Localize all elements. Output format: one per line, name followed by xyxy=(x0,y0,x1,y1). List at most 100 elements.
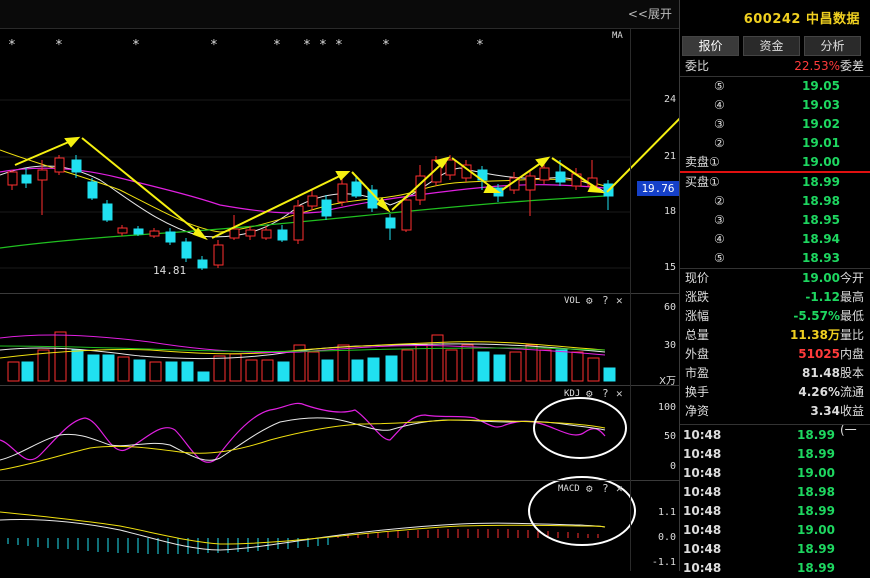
macd-label[interactable]: MACD xyxy=(558,484,580,494)
stat-row: 涨跌 -1.12 最高 xyxy=(680,288,870,307)
tab-quote[interactable]: 报价 xyxy=(682,36,739,56)
stat-row: 市盈 81.48 股本 xyxy=(680,364,870,383)
stat-label: 现价 xyxy=(685,271,710,285)
macd-dea xyxy=(0,511,606,545)
kdj-line-k xyxy=(0,417,606,461)
sell-level-row[interactable]: 卖盘① 19.00 xyxy=(680,153,870,172)
candle-body xyxy=(181,241,192,259)
volume-bar xyxy=(245,359,258,382)
pane-divider[interactable] xyxy=(0,293,680,294)
kline-chart-area[interactable]: <<展开 MA * * * * * * * * * * 24 21 18 15 … xyxy=(0,0,680,571)
kdj-highlight-circle xyxy=(533,397,627,459)
vol-axis-tick: 60 xyxy=(663,302,676,313)
volume-bar xyxy=(415,344,428,382)
stat-label-2: 最高 xyxy=(840,290,865,304)
stat-label: 净资 xyxy=(685,404,710,418)
macd-histogram xyxy=(7,529,599,554)
weibi-value: 22.53% xyxy=(794,59,840,73)
sell-level-row[interactable]: ⑤ 19.05 xyxy=(680,77,870,96)
stat-label-2: 最低 xyxy=(840,309,865,323)
stat-label-2: 流通 xyxy=(840,385,865,399)
help-icon[interactable]: ? xyxy=(602,294,609,307)
vol-unit-label: X万 xyxy=(659,376,676,387)
stat-label: 涨幅 xyxy=(685,309,710,323)
volume-bar xyxy=(539,349,552,382)
volume-bar xyxy=(37,349,50,382)
candle-body xyxy=(197,259,208,269)
gear-icon[interactable]: ⚙ xyxy=(586,482,593,495)
help-icon[interactable]: ? xyxy=(602,387,609,400)
level-price: 18.95 xyxy=(802,213,840,227)
trade-price: 18.99 xyxy=(797,504,835,518)
trade-price: 18.99 xyxy=(797,561,835,575)
trade-row: 10:48 18.99 xyxy=(680,445,870,464)
kdj-label[interactable]: KDJ xyxy=(564,389,580,399)
stat-row: 涨幅 -5.57% 最低 xyxy=(680,307,870,326)
sell-level-row[interactable]: ③ 19.02 xyxy=(680,115,870,134)
volume-bar xyxy=(117,356,130,382)
buy-level-row[interactable]: ④ 18.94 xyxy=(680,230,870,249)
vol-label[interactable]: VOL xyxy=(564,296,580,306)
volume-bar xyxy=(461,344,474,382)
sell-level-row[interactable]: ② 19.01 xyxy=(680,134,870,153)
buy-level-row[interactable]: ② 18.98 xyxy=(680,192,870,211)
trade-row: 10:48 18.99 xyxy=(680,502,870,521)
trade-time: 10:48 xyxy=(683,485,722,499)
trade-price: 18.99 xyxy=(797,447,835,461)
volume-bar xyxy=(197,371,210,382)
candle-body xyxy=(37,169,48,181)
candle-body xyxy=(245,229,256,237)
stat-value: 81.48 xyxy=(802,366,840,380)
price-axis-tick: 21 xyxy=(663,151,676,162)
trade-row: 10:48 19.00 xyxy=(680,521,870,540)
low-price-label: 14.81 xyxy=(153,264,187,277)
trade-price: 18.98 xyxy=(797,485,835,499)
volume-bar xyxy=(367,357,380,382)
volume-bar xyxy=(149,361,162,382)
volume-bar xyxy=(213,355,226,382)
tab-funds[interactable]: 资金 xyxy=(743,36,800,56)
gear-icon[interactable]: ⚙ xyxy=(586,294,593,307)
stat-label-2: 今开 xyxy=(840,271,865,285)
stat-row: 净资 3.34 收益(一 xyxy=(680,402,870,437)
level-number: ② xyxy=(714,194,725,208)
volume-bar xyxy=(509,351,522,382)
macd-dif xyxy=(0,518,606,551)
buy-level-row[interactable]: 买盘① 18.99 xyxy=(680,173,870,192)
volume-bar xyxy=(54,331,67,382)
price-axis-tick: 15 xyxy=(663,262,676,273)
kdj-axis-tick: 50 xyxy=(663,431,676,442)
level-number: ⑤ xyxy=(714,251,725,265)
candle-body xyxy=(539,167,550,181)
volume-bar xyxy=(277,361,290,382)
gear-icon[interactable]: ⚙ xyxy=(586,387,593,400)
candle-body xyxy=(149,230,160,237)
trade-row: 10:48 18.99 xyxy=(680,540,870,559)
help-icon[interactable]: ? xyxy=(602,482,609,495)
level-number: ② xyxy=(714,136,725,150)
candle-body xyxy=(277,229,288,241)
candle-body xyxy=(261,229,272,239)
close-icon[interactable]: ✕ xyxy=(616,387,623,400)
candle-body xyxy=(525,175,536,191)
trade-time: 10:48 xyxy=(683,504,722,518)
pane-divider[interactable] xyxy=(0,480,680,481)
close-icon[interactable]: ✕ xyxy=(616,482,623,495)
candle-body xyxy=(165,231,176,243)
price-axis-tick: 18 xyxy=(663,206,676,217)
pane-divider[interactable] xyxy=(0,385,680,386)
buy-level-row[interactable]: ③ 18.95 xyxy=(680,211,870,230)
trade-row: 10:48 19.00 xyxy=(680,464,870,483)
trade-time: 10:48 xyxy=(683,466,722,480)
level-number: ③ xyxy=(714,117,725,131)
close-icon[interactable]: ✕ xyxy=(616,294,623,307)
level-price: 18.93 xyxy=(802,251,840,265)
volume-bar xyxy=(587,357,600,382)
trade-price: 18.99 xyxy=(797,428,835,442)
sell-level-row[interactable]: ④ 19.03 xyxy=(680,96,870,115)
level-number: ④ xyxy=(714,98,725,112)
tab-analysis[interactable]: 分析 xyxy=(804,36,861,56)
weicha-label: 委差 xyxy=(840,59,865,73)
level-label: 买盘① xyxy=(685,175,720,189)
buy-level-row[interactable]: ⑤ 18.93 xyxy=(680,249,870,268)
